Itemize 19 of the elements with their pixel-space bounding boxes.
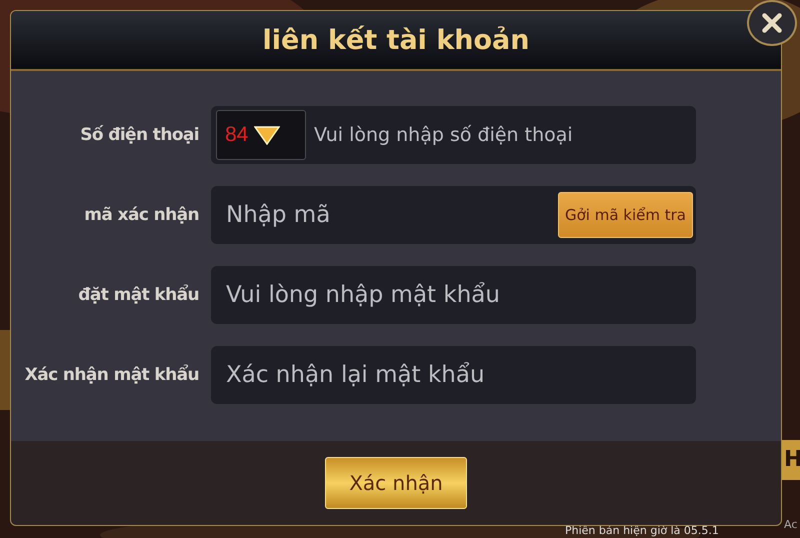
caret-icon xyxy=(254,125,280,145)
code-input[interactable]: Nhập mã xyxy=(216,202,558,228)
input-field[interactable]: Nhập mã Gởi mã kiểm tra xyxy=(211,186,696,244)
field-label: Xác nhận mật khẩu xyxy=(24,365,199,385)
dialog-title: liên kết tài khoản xyxy=(262,24,530,56)
send-code-button[interactable]: Gởi mã kiểm tra xyxy=(558,192,693,238)
background-text: Ac xyxy=(784,518,798,531)
phone-input[interactable]: Vui lòng nhập số điện thoại xyxy=(310,124,693,146)
field-label: Số điện thoại xyxy=(79,125,199,145)
field-label: đặt mật khẩu xyxy=(77,285,199,305)
input-field[interactable]: Vui lòng nhập mật khẩu xyxy=(211,266,696,324)
confirm-button[interactable]: Xác nhận xyxy=(325,457,467,509)
input-field[interactable]: 84 Vui lòng nhập số điện thoại xyxy=(211,106,696,164)
password-input[interactable]: Vui lòng nhập mật khẩu xyxy=(216,282,693,308)
password-input[interactable]: Xác nhận lại mật khẩu xyxy=(216,362,693,388)
country-code-dropdown[interactable]: 84 xyxy=(216,110,306,160)
field-label: mã xác nhận xyxy=(83,205,199,225)
input-field[interactable]: Xác nhận lại mật khẩu xyxy=(211,346,696,404)
version-text: Phiên bản hiện giờ là 05.5.1 xyxy=(565,524,719,537)
